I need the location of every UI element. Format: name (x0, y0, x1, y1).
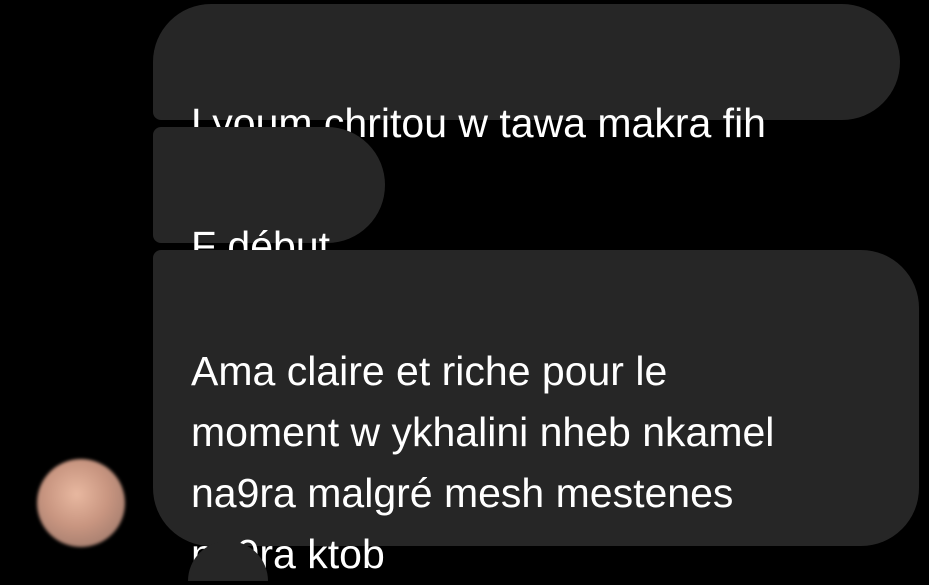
message-bubble[interactable]: Lyoum chritou w tawa makra fih (153, 4, 900, 146)
sender-avatar[interactable] (37, 459, 125, 547)
message-text: Ama claire et riche pour le moment w ykh… (191, 348, 775, 577)
message-bubble[interactable]: F début (153, 127, 385, 269)
message-bubble[interactable]: Ama claire et riche pour le moment w ykh… (153, 250, 919, 577)
